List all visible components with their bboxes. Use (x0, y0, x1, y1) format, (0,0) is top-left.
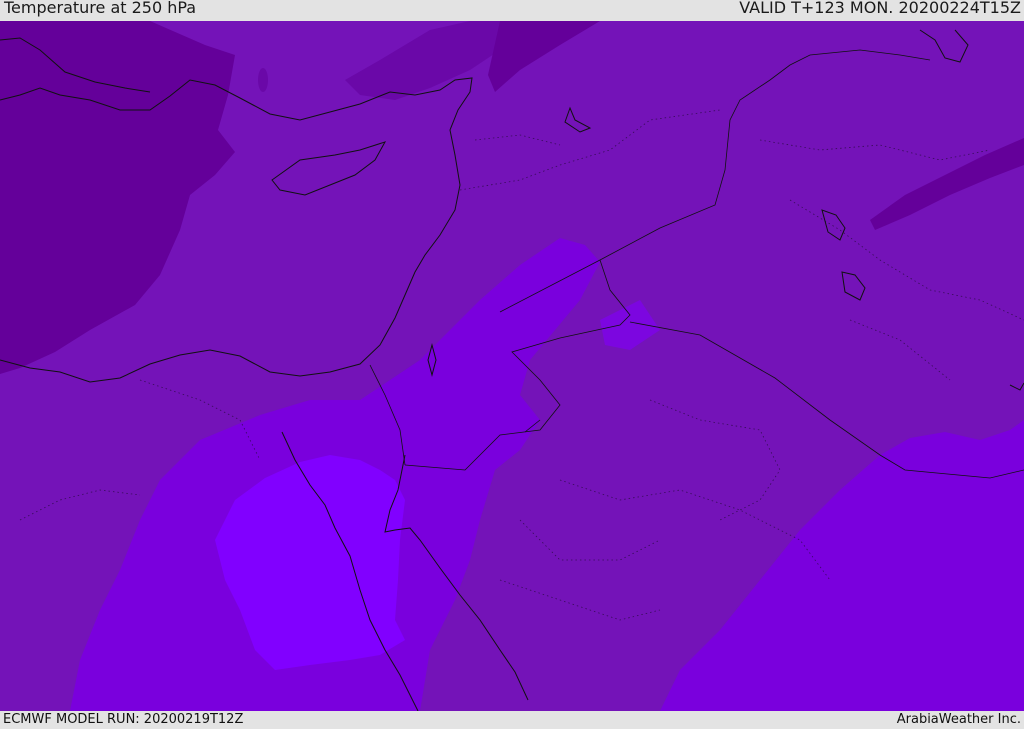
model-run: ECMWF MODEL RUN: 20200219T12Z (3, 712, 244, 727)
map-footer: ECMWF MODEL RUN: 20200219T12Z ArabiaWeat… (0, 711, 1024, 729)
valid-time: VALID T+123 MON. 20200224T15Z (739, 0, 1021, 17)
map-title: Temperature at 250 hPa (4, 0, 197, 17)
cold-patch-small (258, 68, 268, 92)
credit-text: ArabiaWeather Inc. (896, 712, 1021, 727)
temperature-map[interactable] (0, 21, 1024, 711)
map-header: Temperature at 250 hPa VALID T+123 MON. … (0, 0, 1024, 21)
